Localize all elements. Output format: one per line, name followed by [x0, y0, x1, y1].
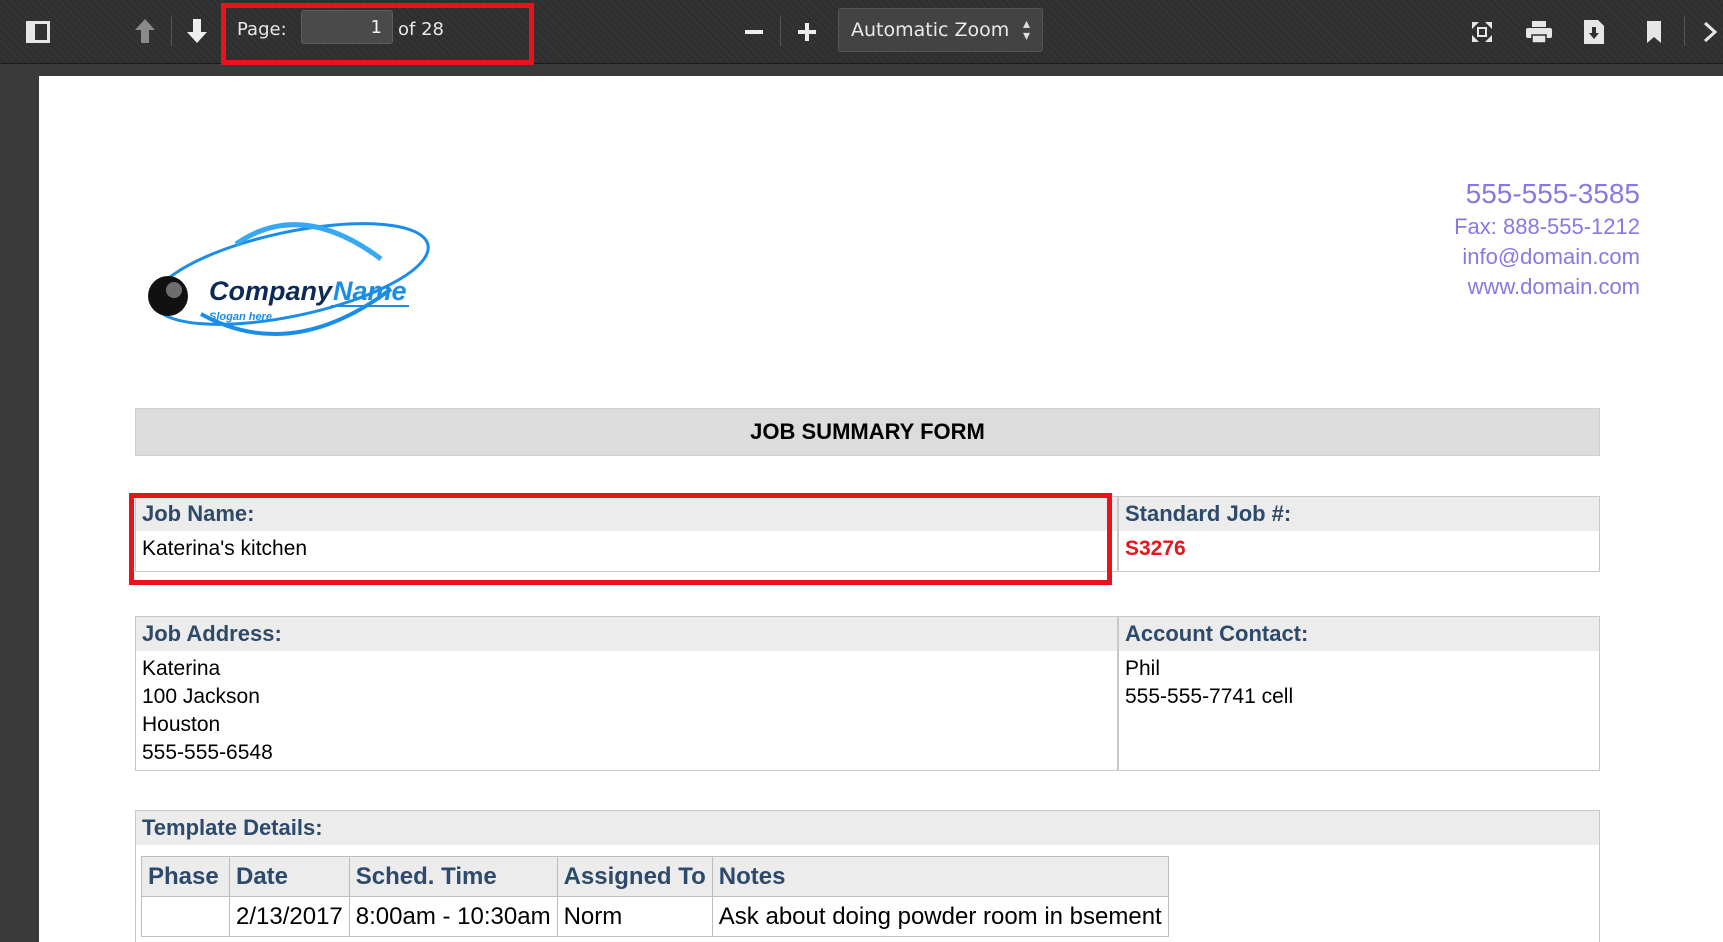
contact-line: 555-555-7741 cell [1125, 685, 1294, 708]
zoom-out-button[interactable] [740, 18, 768, 46]
more-tools-icon [1703, 21, 1718, 43]
address-line: Katerina [142, 657, 221, 680]
select-caret-icon: ▴ ▾ [1022, 16, 1030, 44]
sidebar-toggle-button[interactable] [24, 18, 52, 46]
zoom-in-button[interactable] [793, 18, 821, 46]
address-line: 555-555-6548 [142, 741, 273, 764]
company-logo: Company Name Slogan here [148, 222, 430, 336]
column-header-date: Date [229, 856, 350, 897]
table-header-row: Phase Date Sched. Time Assigned To Notes [141, 856, 1169, 897]
more-tools-button[interactable] [1700, 18, 1720, 46]
page-navigation-highlight [221, 3, 534, 65]
company-email: info@domain.com [1462, 244, 1640, 269]
next-page-button[interactable] [183, 16, 211, 46]
company-website: www.domain.com [1467, 274, 1640, 299]
account-contact-lines: Phil 555-555-7741 cell [1119, 651, 1599, 715]
template-details-table: Phase Date Sched. Time Assigned To Notes… [141, 856, 1169, 937]
job-address-section: Job Address: Katerina 100 Jackson Housto… [135, 616, 1118, 771]
cell-assigned-to: Norm [556, 896, 713, 937]
logo-company-text: Company [209, 276, 334, 306]
download-button[interactable] [1580, 18, 1608, 46]
logo-name-text: Name [333, 276, 407, 306]
table-row: 2/13/2017 8:00am - 10:30am Norm Ask abou… [141, 896, 1169, 937]
standard-job-number: S3276 [1125, 537, 1186, 560]
toolbar-separator [1684, 16, 1685, 46]
address-line: Houston [142, 713, 221, 736]
column-header-notes: Notes [711, 856, 1169, 897]
address-line: 100 Jackson [142, 685, 260, 708]
account-contact-section: Account Contact: Phil 555-555-7741 cell [1118, 616, 1600, 771]
column-header-assigned-to: Assigned To [556, 856, 713, 897]
template-details-label: Template Details: [136, 811, 1599, 845]
download-icon [1584, 20, 1604, 44]
previous-page-icon [135, 19, 155, 43]
cell-notes: Ask about doing powder room in bsement [711, 896, 1169, 937]
logo-slogan-text: Slogan here [209, 311, 272, 323]
zoom-out-icon [745, 30, 763, 34]
standard-job-section: Standard Job #: S3276 [1118, 496, 1600, 572]
cell-phase [141, 896, 230, 937]
zoom-select[interactable]: Automatic Zoom ▴ ▾ [838, 8, 1043, 52]
pdf-viewer-toolbar: Page: of 28 Automatic Zoom ▴▾ [0, 0, 1723, 65]
previous-page-button[interactable] [131, 16, 159, 46]
cell-sched-time: 8:00am - 10:30am [348, 896, 558, 937]
presentation-mode-button[interactable] [1468, 18, 1496, 46]
standard-job-label: Standard Job #: [1119, 497, 1599, 531]
company-contact-block: 555-555-3585 Fax: 888-555-1212 info@doma… [1454, 176, 1640, 302]
job-name-highlight [129, 493, 1112, 585]
job-address-label: Job Address: [136, 617, 1117, 651]
company-fax: Fax: 888-555-1212 [1454, 214, 1640, 239]
job-address-lines: Katerina 100 Jackson Houston 555-555-654… [136, 651, 1117, 771]
presentation-mode-icon [1472, 22, 1492, 42]
cell-date: 2/13/2017 [229, 896, 350, 937]
company-phone: 555-555-3585 [1465, 178, 1640, 209]
account-contact-label: Account Contact: [1119, 617, 1599, 651]
print-icon [1526, 21, 1552, 44]
next-page-icon [187, 19, 207, 43]
toolbar-separator [780, 16, 781, 46]
zoom-select-value: Automatic Zoom [851, 19, 1010, 41]
bookmark-icon [1647, 21, 1661, 43]
column-header-phase: Phase [141, 856, 230, 897]
column-header-sched-time: Sched. Time [348, 856, 558, 897]
bookmark-button[interactable] [1642, 18, 1666, 46]
zoom-in-icon [798, 23, 816, 41]
form-title: JOB SUMMARY FORM [135, 408, 1600, 456]
print-button[interactable] [1524, 18, 1554, 46]
contact-line: Phil [1125, 657, 1161, 680]
toolbar-separator [171, 16, 172, 46]
sidebar-toggle-icon [26, 21, 50, 43]
